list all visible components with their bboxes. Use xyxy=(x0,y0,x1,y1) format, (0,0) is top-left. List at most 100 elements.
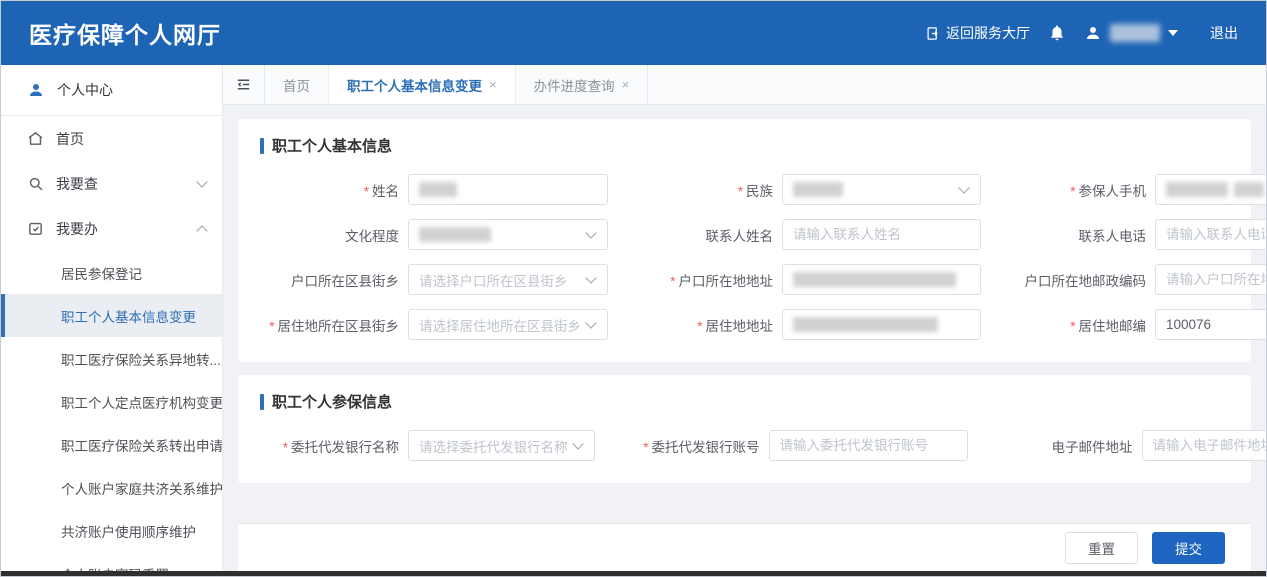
close-icon[interactable]: × xyxy=(622,77,630,92)
section-title-bar xyxy=(260,394,264,410)
basic-info-card: 职工个人基本信息 *姓名 xyxy=(238,119,1251,362)
bank-name-select[interactable]: 请选择委托代发银行名称 xyxy=(408,430,595,461)
sidebar-item-password-reset[interactable]: 个人账户密码重置 xyxy=(1,552,222,571)
sidebar-item-label: 我要办 xyxy=(56,219,98,239)
sidebar-item-label: 共济账户使用顺序维护 xyxy=(61,521,196,541)
contact-name-input[interactable] xyxy=(782,219,981,250)
email-input[interactable] xyxy=(1142,430,1267,461)
field-email: *电子邮件地址 xyxy=(994,430,1267,461)
section-title-text: 职工个人参保信息 xyxy=(272,391,392,412)
tab-progress-query[interactable]: 办件进度查询 × xyxy=(516,65,649,104)
insured-phone-input[interactable] xyxy=(1155,174,1266,205)
chevron-down-icon xyxy=(572,438,583,449)
required-mark: * xyxy=(670,274,675,289)
sidebar-item-resident-registration[interactable]: 居民参保登记 xyxy=(1,251,222,294)
user-icon xyxy=(1084,24,1102,42)
sidebar-item-query[interactable]: 我要查 xyxy=(1,161,222,206)
main-area: 首页 职工个人基本信息变更 × 办件进度查询 × 职工个人基本信息 xyxy=(223,65,1266,571)
field-residence-address: * 居住地地址 xyxy=(634,309,981,340)
name-input[interactable] xyxy=(408,174,608,205)
field-label: 居住地所在区县街乡 xyxy=(278,319,400,334)
insurance-info-card: 职工个人参保信息 *委托代发银行名称 请选择委托代发银行名称 xyxy=(238,375,1251,483)
chevron-down-icon xyxy=(585,272,596,283)
ethnicity-select[interactable] xyxy=(782,174,981,205)
residence-address-input[interactable] xyxy=(782,309,981,340)
field-label-wrap: *参保人手机 xyxy=(1007,180,1155,200)
field-residence-postcode: *居住地邮编 xyxy=(1007,309,1266,340)
field-label-wrap: *联系人电话 xyxy=(1007,225,1155,245)
field-label: 联系人姓名 xyxy=(706,229,774,244)
required-mark: * xyxy=(738,184,743,199)
hukou-address-input[interactable] xyxy=(782,264,981,295)
education-select[interactable] xyxy=(408,219,608,250)
field-bank-account: *委托代发银行账号 xyxy=(621,430,968,461)
chevron-up-icon xyxy=(196,225,207,236)
field-education: *文化程度 xyxy=(260,219,608,250)
field-label: 参保人手机 xyxy=(1079,184,1147,199)
sidebar-item-mutual-account-order[interactable]: 共济账户使用顺序维护 xyxy=(1,509,222,552)
sidebar-item-label: 职工个人基本信息变更 xyxy=(61,306,196,326)
required-mark: * xyxy=(1070,319,1075,334)
field-hukou-address: *户口所在地地址 xyxy=(634,264,981,295)
sidebar-item-label: 职工医疗保险关系异地转... xyxy=(61,349,221,369)
field-contact-phone: *联系人电话 xyxy=(1007,219,1266,250)
collapse-sidebar-icon[interactable] xyxy=(223,65,265,104)
chevron-down-icon xyxy=(585,227,596,238)
window-edge xyxy=(1,571,1266,576)
field-hukou-postcode: *户口所在地邮政编码 xyxy=(1007,264,1266,295)
redacted-value xyxy=(1166,182,1228,197)
field-insured-phone: *参保人手机 xyxy=(1007,174,1266,205)
section-title-text: 职工个人基本信息 xyxy=(272,135,392,156)
reset-button[interactable]: 重置 xyxy=(1065,532,1138,564)
sidebar-item-label: 我要查 xyxy=(56,174,98,194)
sidebar-item-label: 个人账户家庭共济关系维护 xyxy=(61,478,223,498)
home-icon xyxy=(27,130,44,147)
return-service-hall-link[interactable]: 返回服务大厅 xyxy=(925,23,1030,43)
sidebar-item-employee-info-change[interactable]: 职工个人基本信息变更 xyxy=(1,294,222,337)
field-name: *姓名 xyxy=(260,174,608,205)
sidebar-item-label: 职工医疗保险关系转出申请 xyxy=(61,435,223,455)
field-bank-name: *委托代发银行名称 请选择委托代发银行名称 xyxy=(260,430,595,461)
sidebar-item-handle[interactable]: 我要办 xyxy=(1,206,222,251)
contact-phone-input[interactable] xyxy=(1155,219,1266,250)
residence-postcode-input[interactable] xyxy=(1155,309,1266,340)
sidebar-item-family-mutual-aid[interactable]: 个人账户家庭共济关系维护 xyxy=(1,466,222,509)
user-menu[interactable] xyxy=(1084,24,1178,42)
sidebar-item-designated-hospital-change[interactable]: 职工个人定点医疗机构变更 xyxy=(1,380,222,423)
sidebar-item-insurance-transfer-in[interactable]: 职工医疗保险关系异地转... xyxy=(1,337,222,380)
field-label-wrap: * 居住地地址 xyxy=(634,315,782,335)
field-label: 户口所在区县街乡 xyxy=(291,274,399,289)
section-title: 职工个人基本信息 xyxy=(260,135,1229,156)
select-placeholder: 请选择委托代发银行名称 xyxy=(419,436,568,456)
field-label: 居住地地址 xyxy=(706,319,774,334)
close-icon[interactable]: × xyxy=(489,77,497,92)
submit-button[interactable]: 提交 xyxy=(1152,532,1225,564)
tab-home[interactable]: 首页 xyxy=(265,65,329,104)
action-footer: 重置 提交 xyxy=(238,523,1251,571)
sidebar-item-profile[interactable]: 个人中心 xyxy=(1,65,222,115)
redacted-value xyxy=(793,182,843,197)
sidebar-item-home[interactable]: 首页 xyxy=(1,116,222,161)
field-label-wrap: *户口所在地邮政编码 xyxy=(1007,270,1155,290)
sidebar-item-label: 职工个人定点医疗机构变更 xyxy=(61,392,223,412)
bell-icon[interactable] xyxy=(1048,24,1066,42)
field-label-wrap: *文化程度 xyxy=(260,225,408,245)
select-placeholder: 请选择户口所在区县街乡 xyxy=(419,270,581,290)
redacted-value xyxy=(793,317,938,332)
required-mark: * xyxy=(697,319,702,334)
field-label: 户口所在地邮政编码 xyxy=(1025,274,1147,289)
field-label-wrap: *户口所在区县街乡 xyxy=(260,270,408,290)
tasks-icon xyxy=(27,220,44,237)
caret-down-icon xyxy=(1168,30,1178,36)
bank-account-input[interactable] xyxy=(769,430,968,461)
field-label-wrap: *联系人姓名 xyxy=(634,225,782,245)
tab-employee-info-change[interactable]: 职工个人基本信息变更 × xyxy=(329,65,516,104)
logout-button[interactable]: 退出 xyxy=(1210,23,1238,43)
hukou-area-select[interactable]: 请选择户口所在区县街乡 xyxy=(408,264,608,295)
field-label: 文化程度 xyxy=(345,229,399,244)
hukou-postcode-input[interactable] xyxy=(1155,264,1266,295)
sidebar-item-insurance-transfer-out[interactable]: 职工医疗保险关系转出申请 xyxy=(1,423,222,466)
tab-label: 职工个人基本信息变更 xyxy=(347,75,482,95)
residence-area-select[interactable]: 请选择居住地所在区县街乡 xyxy=(408,309,608,340)
field-label-wrap: *姓名 xyxy=(260,180,408,200)
